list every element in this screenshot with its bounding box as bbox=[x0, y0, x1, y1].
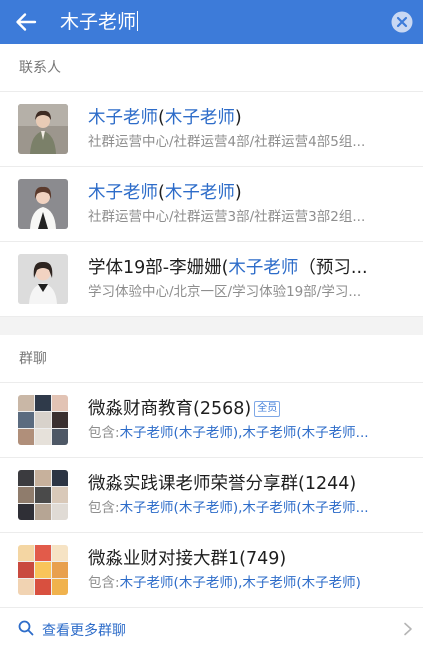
contact-row[interactable]: 学体19部-李姗姗(木子老师（预习... 学习体验中心/北京一区/学习体验19部… bbox=[0, 242, 423, 317]
members-match: 木子老师(木子老师),木子老师(木子老师... bbox=[119, 500, 369, 516]
contact-alias: 木子老师 bbox=[164, 108, 235, 128]
group-row[interactable]: 微淼业财对接大群1(749) 包含:木子老师(木子老师),木子老师(木子老师) bbox=[0, 533, 423, 608]
arrow-left-icon[interactable] bbox=[12, 8, 40, 36]
members-prefix: 包含: bbox=[88, 500, 120, 516]
group-title: 微淼实践课老师荣誉分享群(1244) bbox=[88, 472, 411, 496]
contact-title-paren-open: ( bbox=[158, 108, 165, 128]
view-more-groups-label: 查看更多群聊 bbox=[42, 623, 126, 639]
group-members: 包含:木子老师(木子老师),木子老师(木子老师... bbox=[88, 423, 411, 443]
group-title: 微淼财商教育(2568) 全员 bbox=[88, 397, 411, 421]
contact-title: 木子老师(木子老师) bbox=[88, 181, 411, 205]
contact-alias: 木子老师 bbox=[164, 183, 235, 203]
clear-icon[interactable] bbox=[391, 11, 413, 33]
contact-title: 学体19部-李姗姗(木子老师（预习... bbox=[88, 256, 411, 280]
contact-name: 木子老师 bbox=[228, 258, 299, 278]
contacts-section-header: 联系人 bbox=[0, 44, 423, 92]
contact-title-paren-open: ( bbox=[158, 183, 165, 203]
members-prefix: 包含: bbox=[88, 425, 120, 441]
group-members: 包含:木子老师(木子老师),木子老师(木子老师... bbox=[88, 498, 411, 518]
contact-title-suffix: ) bbox=[234, 108, 242, 128]
text-caret bbox=[137, 11, 139, 31]
search-header: 木子老师 bbox=[0, 0, 423, 44]
group-title: 微淼业财对接大群1(749) bbox=[88, 547, 411, 571]
groups-section-header: 群聊 bbox=[0, 335, 423, 383]
contact-title-suffix: ) bbox=[234, 183, 242, 203]
contact-title-suffix: （预习... bbox=[298, 258, 368, 278]
contact-department: 社群运营中心/社群运营4部/社群运营4部5组... bbox=[88, 134, 366, 150]
group-name: 微淼业财对接大群1(749) bbox=[88, 549, 287, 569]
group-row[interactable]: 微淼实践课老师荣誉分享群(1244) 包含:木子老师(木子老师),木子老师(木子… bbox=[0, 458, 423, 533]
contacts-section: 联系人 木子老师(木子老师) 社群运营中心/社群运营4部/社群运营4部5组...… bbox=[0, 44, 423, 317]
search-icon bbox=[18, 620, 34, 640]
contact-title: 木子老师(木子老师) bbox=[88, 106, 411, 130]
group-avatar bbox=[18, 470, 68, 520]
group-row[interactable]: 微淼财商教育(2568) 全员 包含:木子老师(木子老师),木子老师(木子老师..… bbox=[0, 383, 423, 458]
contact-title-prefix: 学体19部-李姗姗( bbox=[88, 258, 229, 278]
contact-name: 木子老师 bbox=[88, 183, 158, 203]
search-input[interactable]: 木子老师 bbox=[60, 0, 391, 44]
members-prefix: 包含: bbox=[88, 575, 120, 591]
avatar bbox=[18, 254, 68, 304]
contact-row[interactable]: 木子老师(木子老师) 社群运营中心/社群运营4部/社群运营4部5组... bbox=[0, 92, 423, 167]
members-match: 木子老师(木子老师),木子老师(木子老师) bbox=[119, 575, 361, 591]
groups-section: 群聊 微淼财商教育(2568) 全员 包含:木子老师(木子老师),木子老师(木子老… bbox=[0, 335, 423, 608]
contact-name: 木子老师 bbox=[88, 108, 158, 128]
group-name: 微淼实践课老师荣誉分享群(1244) bbox=[88, 474, 357, 494]
contact-department: 学习体验中心/北京一区/学习体验19部/学习... bbox=[88, 284, 362, 300]
avatar bbox=[18, 179, 68, 229]
contact-row[interactable]: 木子老师(木子老师) 社群运营中心/社群运营3部/社群运营3部2组... bbox=[0, 167, 423, 242]
group-avatar bbox=[18, 545, 68, 595]
contact-department: 社群运营中心/社群运营3部/社群运营3部2组... bbox=[88, 209, 366, 225]
all-members-badge: 全员 bbox=[254, 401, 281, 417]
search-query: 木子老师 bbox=[60, 11, 137, 33]
view-more-groups-button[interactable]: 查看更多群聊 bbox=[0, 608, 423, 652]
chevron-right-icon bbox=[403, 621, 413, 640]
group-members: 包含:木子老师(木子老师),木子老师(木子老师) bbox=[88, 573, 411, 593]
group-name: 微淼财商教育(2568) bbox=[88, 399, 252, 419]
section-divider bbox=[0, 317, 423, 335]
avatar bbox=[18, 104, 68, 154]
members-match: 木子老师(木子老师),木子老师(木子老师... bbox=[119, 425, 369, 441]
group-avatar bbox=[18, 395, 68, 445]
